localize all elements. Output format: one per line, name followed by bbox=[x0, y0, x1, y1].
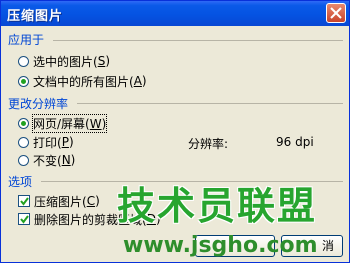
paren-close: ) bbox=[105, 54, 110, 68]
resolution-group-title: 更改分辨率 bbox=[8, 97, 69, 111]
paren-close: ) bbox=[70, 153, 76, 167]
options-separator bbox=[41, 181, 343, 182]
paren-close: ) bbox=[95, 194, 100, 208]
radio-label-print: 打印( bbox=[33, 135, 62, 150]
radio-button-all-pictures[interactable] bbox=[18, 75, 29, 87]
watermark-url: www.jsgho.com bbox=[123, 233, 318, 258]
radio-button-no-change[interactable] bbox=[18, 154, 29, 166]
label-text: 网页/屏幕( bbox=[33, 116, 90, 131]
radio-no-change[interactable]: 不变(N) bbox=[18, 152, 75, 168]
radio-label-web-screen: 网页/屏幕(W) bbox=[31, 113, 108, 133]
checkbox-label-compress: 压缩图片( bbox=[34, 194, 87, 209]
radio-label-no-change: 不变( bbox=[33, 153, 62, 168]
resolution-separator bbox=[77, 103, 343, 104]
compress-pictures-dialog: 压缩图片 应用于 选中的图片(S) 文档中的所有图片(A) 更改分辨率 网页/屏… bbox=[0, 0, 350, 263]
checkbox-box-compress[interactable] bbox=[18, 195, 30, 207]
accelerator-key: A bbox=[133, 74, 142, 88]
apply-to-group-title: 应用于 bbox=[8, 33, 45, 47]
radio-selected-pictures[interactable]: 选中的图片(S) bbox=[18, 53, 110, 69]
paren-close: ) bbox=[141, 74, 147, 88]
checkbox-box-delete-cropped[interactable] bbox=[18, 213, 30, 225]
radio-button-print[interactable] bbox=[18, 136, 29, 148]
watermark-logo-text: 技术员联盟 bbox=[117, 184, 318, 228]
radio-all-pictures[interactable]: 文档中的所有图片(A) bbox=[18, 73, 147, 89]
close-button[interactable] bbox=[326, 3, 346, 23]
radio-button-web-screen[interactable] bbox=[18, 117, 29, 129]
checkmark-icon bbox=[20, 197, 29, 206]
radio-button-selected-pictures[interactable] bbox=[18, 55, 29, 67]
paren-close: ) bbox=[68, 135, 74, 149]
apply-to-separator bbox=[53, 40, 343, 41]
radio-web-screen[interactable]: 网页/屏幕(W) bbox=[18, 113, 108, 133]
radio-print[interactable]: 打印(P) bbox=[18, 134, 74, 150]
accelerator-key: N bbox=[61, 153, 71, 167]
title-bar[interactable]: 压缩图片 bbox=[1, 1, 349, 26]
radio-label-selected-pictures: 选中的图片( bbox=[33, 54, 98, 69]
checkbox-compress-pictures[interactable]: 压缩图片(C) bbox=[18, 193, 100, 209]
checkmark-icon bbox=[20, 215, 29, 224]
cancel-button-label: 消 bbox=[321, 239, 334, 253]
options-group-title: 选项 bbox=[8, 175, 33, 189]
accelerator-key: S bbox=[97, 54, 106, 68]
close-icon bbox=[330, 7, 342, 19]
accelerator-key: P bbox=[61, 135, 69, 149]
radio-label-all-pictures: 文档中的所有图片( bbox=[33, 74, 134, 89]
dialog-title: 压缩图片 bbox=[7, 9, 64, 24]
accelerator-key: W bbox=[89, 116, 102, 131]
resolution-label: 分辨率: bbox=[188, 137, 229, 151]
resolution-value: 96 dpi bbox=[276, 135, 314, 149]
accelerator-key: C bbox=[86, 194, 96, 208]
